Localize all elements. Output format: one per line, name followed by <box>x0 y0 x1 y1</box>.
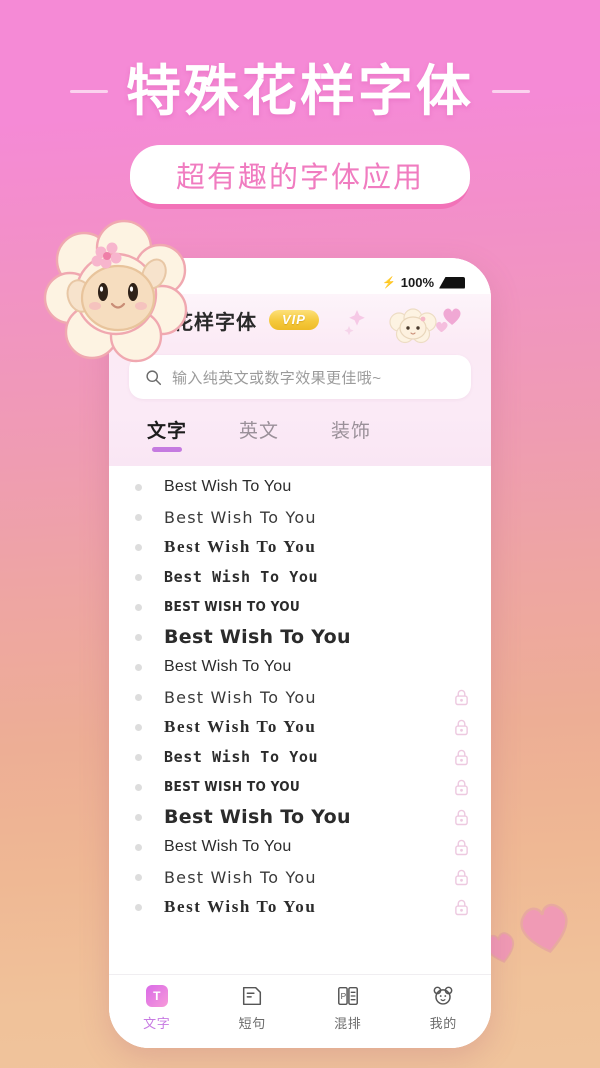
font-list-row[interactable]: Best Wish To You <box>109 472 491 502</box>
category-tabs: 文字 英文 装饰 <box>109 413 491 466</box>
poster-title-row: 特殊花样字体 <box>0 52 600 130</box>
nav-item-wenzi-label: 文字 <box>143 1016 171 1031</box>
bolt-icon: ⚡ <box>382 277 396 289</box>
font-list-row[interactable]: Best Wish To You <box>109 742 491 772</box>
title-rule-right <box>492 89 530 93</box>
lock-icon[interactable] <box>454 809 469 826</box>
font-list: Best Wish To You Best Wish To You Best Wis… <box>109 466 491 922</box>
font-sample-text: Best Wish To You <box>164 478 292 495</box>
font-sample-text: Best Wish To You <box>164 626 351 648</box>
tab-zhuangshi-label: 装饰 <box>331 421 372 442</box>
font-list-row[interactable]: Best Wish To You <box>109 832 491 862</box>
bullet-icon <box>135 723 142 731</box>
nav-item-wode[interactable]: 我的 <box>396 983 492 1032</box>
lock-icon[interactable] <box>454 749 469 766</box>
search-icon <box>146 369 162 385</box>
font-sample-text: Best Wish To You <box>164 537 317 556</box>
bullet-icon <box>135 813 142 821</box>
bullet-icon <box>135 753 142 761</box>
lock-icon[interactable] <box>454 869 469 886</box>
font-list-row[interactable]: Best Wish To You <box>109 622 491 652</box>
font-sample-text: Best Wish To You <box>164 806 351 828</box>
font-list-row[interactable]: Best Wish To You <box>109 802 491 832</box>
heart-decoration-large-icon <box>520 903 568 953</box>
bullet-icon <box>135 693 142 701</box>
font-sample-text: BEST WISH TO YOU <box>164 779 300 795</box>
mixed-layout-icon: P <box>335 983 361 1009</box>
font-sample-text: BEST WISH TO YOU <box>164 599 300 615</box>
bullet-icon <box>135 903 142 911</box>
nav-item-duanju[interactable]: 短句 <box>205 983 301 1032</box>
tab-wenzi-label: 文字 <box>147 421 188 442</box>
vip-badge[interactable]: VIP <box>269 310 319 330</box>
nav-item-hunpai[interactable]: P 混排 <box>300 983 396 1032</box>
font-list-row[interactable]: BEST WISH TO YOU <box>109 592 491 622</box>
sparkle-icon <box>349 310 365 326</box>
phone-screen: Carrier ⚡ 100% 特殊花样字体 VIP <box>109 258 491 1048</box>
bullet-icon <box>135 573 142 581</box>
bullet-icon <box>135 483 142 491</box>
bullet-icon <box>135 843 142 851</box>
font-sample-text: Best Wish To You <box>164 687 317 707</box>
font-sample-text: Best Wish To You <box>164 838 292 855</box>
lock-icon[interactable] <box>454 689 469 706</box>
font-list-row[interactable]: Best Wish To You <box>109 892 491 922</box>
sheep-mascot-icon <box>43 219 188 363</box>
font-sample-text: Best Wish To You <box>164 568 319 586</box>
sheep-head-icon <box>389 308 437 344</box>
font-list-row[interactable]: Best Wish To You <box>109 502 491 532</box>
font-sample-text: Best Wish To You <box>164 658 292 675</box>
font-sample-text: Best Wish To You <box>164 507 317 527</box>
font-sample-text: Best Wish To You <box>164 748 319 766</box>
bottom-navigation: T 文字 短句 P 混排 我的 <box>109 974 491 1048</box>
tab-yingwen[interactable]: 英文 <box>239 416 279 452</box>
bullet-icon <box>135 783 142 791</box>
lock-icon[interactable] <box>454 779 469 796</box>
poster-subtitle: 超有趣的字体应用 <box>129 145 470 209</box>
status-bar-right: ⚡ 100% <box>382 275 465 290</box>
font-list-row[interactable]: Best Wish To You <box>109 652 491 682</box>
short-sentence-icon <box>239 983 265 1009</box>
tab-wenzi[interactable]: 文字 <box>147 416 187 452</box>
bullet-icon <box>135 633 142 641</box>
bullet-icon <box>135 603 142 611</box>
lock-icon[interactable] <box>454 839 469 856</box>
phone-mockup: Carrier ⚡ 100% 特殊花样字体 VIP <box>109 258 491 1048</box>
text-t-icon: T <box>144 983 170 1009</box>
font-list-row[interactable]: Best Wish To You <box>109 532 491 562</box>
tab-zhuangshi[interactable]: 装饰 <box>331 416 371 452</box>
title-rule-left <box>69 89 108 93</box>
battery-percent-label: 100% <box>400 275 434 290</box>
nav-item-wenzi[interactable]: T 文字 <box>109 983 205 1032</box>
font-list-row[interactable]: Best Wish To You <box>109 862 491 892</box>
font-list-row[interactable]: BEST WISH TO YOU <box>109 772 491 802</box>
nav-item-wode-label: 我的 <box>429 1016 457 1031</box>
font-list-row[interactable]: Best Wish To You <box>109 712 491 742</box>
font-sample-text: Best Wish To You <box>164 897 317 916</box>
tab-yingwen-label: 英文 <box>239 421 280 442</box>
svg-text:P: P <box>340 991 346 1001</box>
font-sample-text: Best Wish To You <box>164 717 317 736</box>
bullet-icon <box>135 873 142 881</box>
font-list-row[interactable]: Best Wish To You <box>109 682 491 712</box>
tab-active-underline <box>152 447 182 452</box>
profile-bear-icon <box>430 983 456 1009</box>
bullet-icon <box>135 513 142 521</box>
font-sample-text: Best Wish To You <box>164 867 317 887</box>
bullet-icon <box>135 543 142 551</box>
nav-item-duanju-label: 短句 <box>238 1016 266 1031</box>
page-title: 特殊花样字体 <box>125 58 474 123</box>
poster-subtitle-wrap: 超有趣的字体应用 <box>0 145 600 209</box>
nav-item-hunpai-label: 混排 <box>334 1016 362 1031</box>
battery-full-icon <box>439 276 465 289</box>
font-list-row[interactable]: Best Wish To You <box>109 562 491 592</box>
bullet-icon <box>135 663 142 671</box>
lock-icon[interactable] <box>454 899 469 916</box>
header-decoration <box>344 308 461 344</box>
search-placeholder: 输入纯英文或数字效果更佳哦~ <box>172 369 382 387</box>
lock-icon[interactable] <box>454 719 469 736</box>
